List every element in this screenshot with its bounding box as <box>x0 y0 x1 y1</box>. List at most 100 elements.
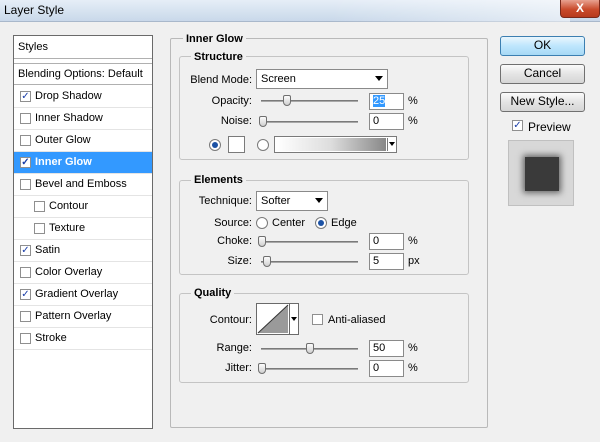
blend-mode-label: Blend Mode: <box>190 74 252 86</box>
range-slider-handle[interactable] <box>306 343 314 354</box>
technique-label: Technique: <box>198 195 252 207</box>
style-item-label: Pattern Overlay <box>35 310 112 322</box>
style-checkbox[interactable]: ✓ <box>20 91 31 102</box>
ok-button[interactable]: OK <box>500 36 585 56</box>
style-item-texture[interactable]: Texture <box>14 218 152 240</box>
noise-slider-handle[interactable] <box>259 116 267 127</box>
opacity-value: 25 <box>373 95 386 107</box>
opacity-slider-handle[interactable] <box>283 95 291 106</box>
style-preview <box>508 140 574 206</box>
style-checkbox[interactable] <box>20 113 31 124</box>
style-checkbox[interactable]: ✓ <box>20 157 31 168</box>
jitter-field[interactable]: 0 <box>369 360 404 377</box>
style-item-label: Satin <box>35 244 61 256</box>
style-item-label: Drop Shadow <box>35 90 102 102</box>
styles-list: Styles Blending Options: Default ✓ Drop S… <box>13 35 153 429</box>
style-checkbox[interactable] <box>20 179 31 190</box>
style-item-label: Outer Glow <box>35 134 91 146</box>
anti-aliased-label[interactable]: Anti-aliased <box>328 314 385 326</box>
source-center-radio[interactable] <box>256 217 268 229</box>
style-item-inner-shadow[interactable]: Inner Shadow <box>14 108 152 130</box>
style-checkbox[interactable] <box>34 201 45 212</box>
style-item-label: Contour <box>49 200 89 212</box>
size-slider-track[interactable] <box>261 261 358 263</box>
preview-checkbox[interactable]: ✓ <box>512 120 523 131</box>
size-slider-handle[interactable] <box>263 256 271 267</box>
style-checkbox[interactable]: ✓ <box>20 245 31 256</box>
contour-label: Contour: <box>209 314 252 326</box>
style-item-label: Stroke <box>35 332 67 344</box>
style-checkbox[interactable] <box>20 135 31 146</box>
style-checkbox[interactable] <box>20 333 31 344</box>
choke-field[interactable]: 0 <box>369 233 404 250</box>
size-label: Size: <box>227 255 252 267</box>
style-checkbox[interactable]: ✓ <box>20 289 31 300</box>
opacity-field[interactable]: 25 <box>369 93 404 110</box>
choke-unit: % <box>408 235 418 247</box>
blending-options-item[interactable]: Blending Options: Default <box>14 63 152 85</box>
contour-linear-icon <box>257 304 289 334</box>
blend-mode-select[interactable]: Screen <box>256 69 388 89</box>
style-item-label: Gradient Overlay <box>35 288 119 300</box>
style-item-inner-glow[interactable]: ✓ Inner Glow <box>14 152 152 174</box>
style-item-drop-shadow[interactable]: ✓ Drop Shadow <box>14 86 152 108</box>
structure-title: Structure <box>191 51 246 63</box>
anti-aliased-checkbox[interactable] <box>312 314 323 325</box>
choke-label: Choke: <box>217 235 252 247</box>
noise-slider-track[interactable] <box>261 121 358 123</box>
style-item-pattern-overlay[interactable]: Pattern Overlay <box>14 306 152 328</box>
close-button[interactable]: X <box>560 0 600 18</box>
preview-label[interactable]: Preview <box>528 120 571 134</box>
style-item-label: Color Overlay <box>35 266 103 278</box>
style-checkbox[interactable] <box>20 311 31 322</box>
style-item-gradient-overlay[interactable]: ✓ Gradient Overlay <box>14 284 152 306</box>
source-center-label[interactable]: Center <box>272 217 305 229</box>
gradient-radio[interactable] <box>257 139 269 151</box>
style-item-label: Bevel and Emboss <box>35 178 127 190</box>
choke-slider-handle[interactable] <box>258 236 266 247</box>
contour-dropdown[interactable] <box>289 304 298 334</box>
style-item-stroke[interactable]: Stroke <box>14 328 152 350</box>
chevron-down-icon <box>389 142 395 146</box>
style-item-outer-glow[interactable]: Outer Glow <box>14 130 152 152</box>
title-bar-decoration <box>330 0 570 22</box>
noise-field[interactable]: 0 <box>369 113 404 130</box>
glow-color-swatch[interactable] <box>228 136 245 153</box>
size-value: 5 <box>373 255 380 267</box>
source-edge-label[interactable]: Edge <box>331 217 357 229</box>
gradient-dropdown[interactable] <box>387 138 396 151</box>
style-item-satin[interactable]: ✓ Satin <box>14 240 152 262</box>
inner-glow-title: Inner Glow <box>183 33 246 45</box>
styles-header[interactable]: Styles <box>14 36 152 59</box>
source-label: Source: <box>214 217 252 229</box>
source-edge-radio[interactable] <box>315 217 327 229</box>
range-field[interactable]: 50 <box>369 340 404 357</box>
opacity-unit: % <box>408 95 418 107</box>
size-unit: px <box>408 255 420 267</box>
technique-select[interactable]: Softer <box>256 191 328 211</box>
choke-slider-track[interactable] <box>261 241 358 243</box>
title-bar: Layer Style <box>0 0 600 22</box>
chevron-down-icon <box>315 198 323 203</box>
contour-picker[interactable] <box>256 303 299 335</box>
jitter-label: Jitter: <box>225 362 252 374</box>
noise-unit: % <box>408 115 418 127</box>
color-radio[interactable] <box>209 139 221 151</box>
size-field[interactable]: 5 <box>369 253 404 270</box>
new-style-button[interactable]: New Style... <box>500 92 585 112</box>
style-item-bevel-and-emboss[interactable]: Bevel and Emboss <box>14 174 152 196</box>
range-label: Range: <box>216 342 252 354</box>
quality-title: Quality <box>191 287 235 299</box>
noise-label: Noise: <box>220 115 252 127</box>
noise-value: 0 <box>373 115 380 127</box>
opacity-label: Opacity: <box>211 95 252 107</box>
opacity-slider-track[interactable] <box>261 100 358 102</box>
jitter-slider-handle[interactable] <box>258 363 266 374</box>
style-checkbox[interactable] <box>20 267 31 278</box>
gradient-picker[interactable] <box>274 136 397 153</box>
jitter-slider-track[interactable] <box>261 368 358 370</box>
cancel-button[interactable]: Cancel <box>500 64 585 84</box>
style-checkbox[interactable] <box>34 223 45 234</box>
style-item-color-overlay[interactable]: Color Overlay <box>14 262 152 284</box>
style-item-contour[interactable]: Contour <box>14 196 152 218</box>
